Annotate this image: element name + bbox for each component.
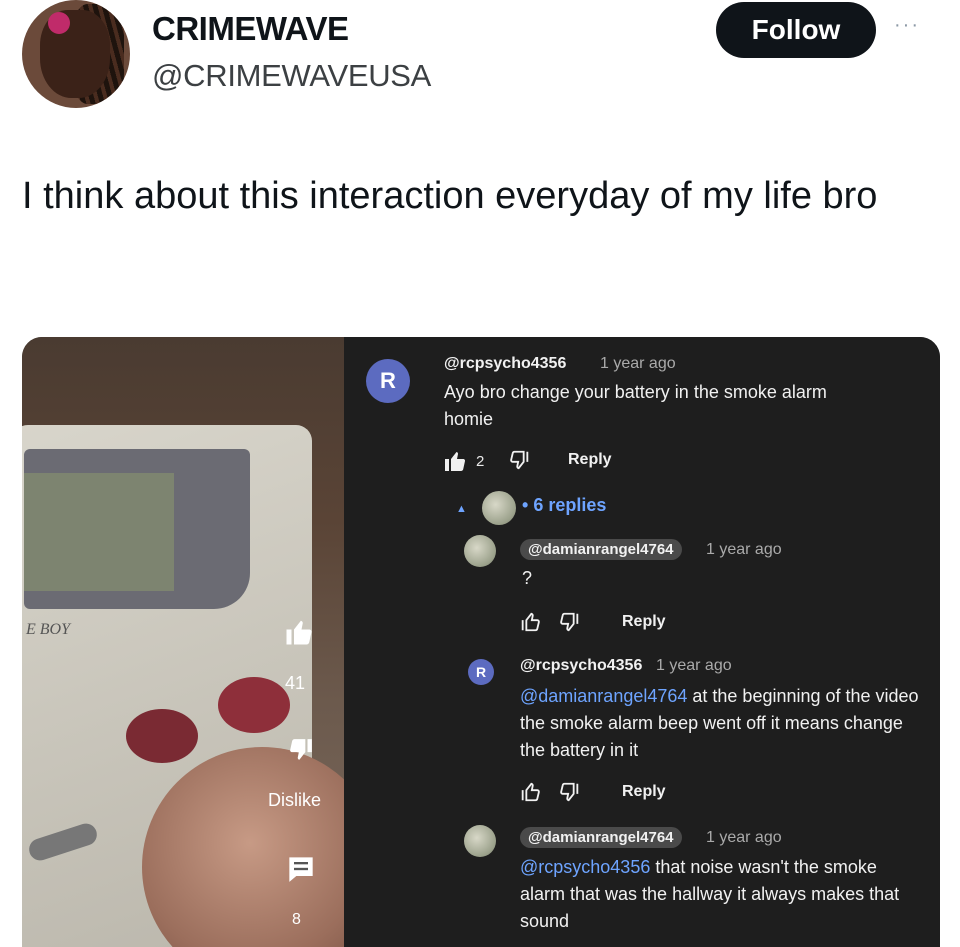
thumbs-down-icon[interactable] xyxy=(508,449,532,477)
thumbs-down-icon[interactable] xyxy=(288,737,314,771)
comment-username[interactable]: @rcpsycho4356 xyxy=(444,355,566,373)
gameboy-b-button xyxy=(126,709,198,763)
collapse-replies-icon[interactable]: ▲ xyxy=(456,503,467,515)
thumbs-down-icon[interactable] xyxy=(558,611,582,639)
author-avatar[interactable] xyxy=(22,0,130,108)
reply-button[interactable]: Reply xyxy=(568,451,612,469)
video-frame: E BOY 41 Dislike 8 xyxy=(22,337,344,947)
comment-time: 1 year ago xyxy=(656,657,732,674)
comment-time: 1 year ago xyxy=(706,829,782,846)
comment-text: ? xyxy=(522,568,533,588)
more-icon[interactable]: ··· xyxy=(894,14,920,37)
comments-panel: R @rcpsycho4356 1 year ago Ayo bro chang… xyxy=(344,337,940,947)
comment-time: 1 year ago xyxy=(706,541,782,558)
gameboy-label: E BOY xyxy=(26,621,70,638)
mention-link[interactable]: @rcpsycho4356 xyxy=(520,857,650,877)
tweet-media[interactable]: E BOY 41 Dislike 8 R @rcpsycho4356 1 yea… xyxy=(22,337,940,947)
commenter-avatar[interactable] xyxy=(464,825,496,857)
author-display-name[interactable]: CRIMEWAVE xyxy=(152,10,349,48)
comment-username[interactable]: @rcpsycho4356 xyxy=(520,657,642,675)
comment-icon[interactable] xyxy=(287,855,315,891)
like-count: 41 xyxy=(285,673,306,693)
thumbs-up-icon[interactable] xyxy=(518,781,542,809)
commenter-avatar[interactable] xyxy=(464,535,496,567)
comment-text: @rcpsycho4356 that noise wasn't the smok… xyxy=(520,857,900,931)
comment-text: Ayo bro change your battery in the smoke… xyxy=(444,382,827,429)
mention-link[interactable]: @damianrangel4764 xyxy=(520,686,687,706)
commenter-avatar[interactable]: R xyxy=(468,659,494,685)
commenter-avatar[interactable]: R xyxy=(366,359,410,403)
reply-preview-avatar xyxy=(482,491,516,525)
dislike-label: Dislike xyxy=(268,790,322,810)
comment-username[interactable]: @damianrangel4764 xyxy=(520,827,682,848)
author-handle[interactable]: @CRIMEWAVEUSA xyxy=(152,58,431,94)
gameboy-screen xyxy=(24,473,174,591)
thumbs-up-icon[interactable] xyxy=(518,611,542,639)
thumbs-up-icon[interactable] xyxy=(284,617,314,655)
comment-count: 8 xyxy=(292,911,301,928)
thumbs-up-icon[interactable] xyxy=(442,449,468,479)
reply-button[interactable]: Reply xyxy=(622,783,666,801)
comment-text: @damianrangel4764 at the beginning of th… xyxy=(520,686,919,760)
follow-button[interactable]: Follow xyxy=(716,2,876,58)
gameboy-a-button xyxy=(218,677,290,733)
replies-toggle[interactable]: • 6 replies xyxy=(522,495,606,516)
reply-button[interactable]: Reply xyxy=(622,613,666,631)
thumbs-down-icon[interactable] xyxy=(558,781,582,809)
tweet-text: I think about this interaction everyday … xyxy=(22,175,878,217)
comment-time: 1 year ago xyxy=(600,355,676,372)
comment-username[interactable]: @damianrangel4764 xyxy=(520,539,682,560)
comment-like-count: 2 xyxy=(476,453,485,470)
avatar-badge xyxy=(48,12,70,34)
